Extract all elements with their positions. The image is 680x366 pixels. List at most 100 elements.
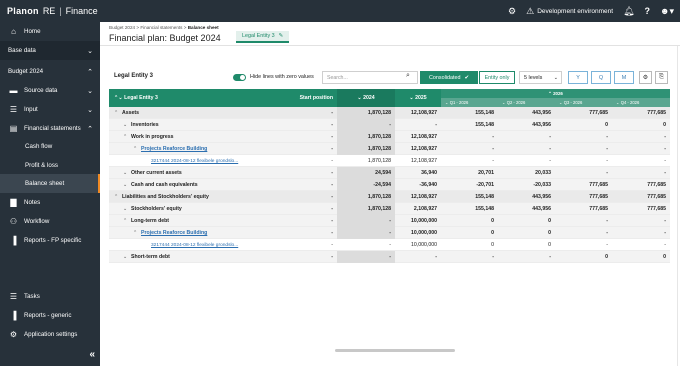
- cell-y2025: 10,000,000: [395, 227, 441, 239]
- row-link[interactable]: Projects Reaforce Building: [141, 146, 207, 152]
- edit-pencil-icon[interactable]: ✎: [279, 33, 284, 39]
- chevron-down-icon[interactable]: ⌄: [123, 206, 131, 212]
- app-logo: Planon: [7, 6, 39, 16]
- table-row[interactable]: ⌃ Projects Reaforce Building - -10,000,000 0…: [109, 227, 670, 239]
- table-row[interactable]: ⌃ Projects Reaforce Building -1,870,128 12,…: [109, 143, 670, 155]
- sidebar-item-input[interactable]: ☰ Input ⌄: [0, 100, 100, 119]
- grid-header: ⌃⌄ Legal Entity 3 Start position ⌄ 2024 …: [109, 89, 670, 107]
- cell-q4: -: [612, 167, 670, 179]
- table-row[interactable]: ⌄ Cash and cash equivalents - -24,594 -36,94…: [109, 179, 670, 191]
- table-row[interactable]: ⌄ Inventories - - -155,148 443,956 0 0: [109, 119, 670, 131]
- sidebar-item-balance-sheet[interactable]: Balance sheet: [0, 174, 100, 193]
- cell-start: -: [279, 227, 337, 239]
- sidebar-item-profit-loss[interactable]: Profit & loss: [0, 156, 100, 175]
- breadcrumb-budget[interactable]: Budget 2024: [109, 25, 135, 30]
- row-link[interactable]: Projects Reaforce Building: [141, 230, 207, 236]
- grid-settings-gear-icon[interactable]: ⚙: [639, 71, 652, 84]
- chevron-up-icon[interactable]: ⌃: [114, 110, 122, 116]
- header-divider: [100, 45, 680, 46]
- row-link[interactable]: 3217444 2024-08-12 flexibele grondslo...: [151, 243, 238, 248]
- tab-legal-entity[interactable]: Legal Entity 3 ✎: [236, 31, 290, 43]
- sidebar-item-label: Home: [24, 28, 41, 35]
- table-row[interactable]: ⌄ Short-term debt - - - - -0 0: [109, 251, 670, 263]
- row-label-cell: ⌄ Other current assets: [123, 167, 274, 179]
- cell-q3: 777,685: [555, 191, 612, 203]
- entity-only-button[interactable]: Entity only: [479, 71, 515, 84]
- header-q3-2026[interactable]: ⌄ Q3 - 2026: [555, 98, 612, 107]
- row-label-cell: ⌃ Liabilities and Stockholders' equity: [114, 191, 274, 203]
- cell-value: 1,870,128: [367, 158, 391, 164]
- horizontal-scrollbar[interactable]: [335, 349, 455, 352]
- sidebar-item-budget-2024[interactable]: Budget 2024 ⌃: [0, 62, 100, 81]
- collapse-sidebar-icon[interactable]: «: [89, 349, 95, 360]
- header-q2-2026[interactable]: ⌄ Q2 - 2026: [498, 98, 555, 107]
- row-link[interactable]: 3217444 2024-08-12 flexibele grondslo...: [151, 159, 238, 164]
- sidebar-item-reports-generic[interactable]: ▐ Reports - generic: [0, 306, 100, 325]
- table-row[interactable]: ⌄ Stockholders' equity -1,870,128 2,108,927…: [109, 203, 670, 215]
- cell-value: -: [664, 170, 666, 176]
- cell-q3: -: [555, 227, 612, 239]
- consolidated-button[interactable]: Consolidated ✔: [420, 71, 478, 84]
- period-year-button[interactable]: Y: [568, 71, 588, 84]
- user-menu-icon[interactable]: ☻▾: [660, 6, 674, 17]
- hide-zero-toggle[interactable]: [233, 74, 246, 81]
- sidebar-item-notes[interactable]: ▇ Notes: [0, 193, 100, 212]
- cell-q1: -20,701: [441, 179, 498, 191]
- chevron-down-icon[interactable]: ⌄: [123, 122, 131, 128]
- cell-value: 777,685: [589, 194, 608, 200]
- chevron-up-icon[interactable]: ⌃: [114, 194, 122, 200]
- period-quarter-button[interactable]: Q: [591, 71, 611, 84]
- sidebar-item-source-data[interactable]: ▬ Source data ⌄: [0, 81, 100, 100]
- chevron-down-icon[interactable]: ⌄: [123, 170, 131, 176]
- chevron-down-icon[interactable]: ⌄: [123, 182, 131, 188]
- search-icon[interactable]: ⌕: [406, 72, 410, 80]
- cell-value: 20,033: [535, 170, 551, 176]
- database-icon: ☰: [9, 105, 18, 114]
- settings-gear-icon[interactable]: ⚙: [508, 6, 516, 17]
- search-input[interactable]: Search...: [322, 71, 418, 84]
- sidebar-item-tasks[interactable]: ☰ Tasks: [0, 287, 100, 306]
- header-2026[interactable]: ⌃ 2026: [441, 89, 670, 98]
- levels-select[interactable]: 5 levels ⌄: [519, 71, 562, 84]
- header-2025[interactable]: ⌄ 2025: [395, 89, 441, 107]
- header-entity[interactable]: ⌃⌄ Legal Entity 3: [114, 89, 158, 107]
- cell-value: 777,685: [589, 110, 608, 116]
- help-icon[interactable]: ?: [645, 6, 651, 16]
- cell-y2025: 2,108,927: [395, 203, 441, 215]
- chevron-up-icon[interactable]: ⌃: [123, 134, 131, 140]
- header-q4-2026[interactable]: ⌄ Q4 - 2026: [612, 98, 670, 107]
- sidebar-item-workflow[interactable]: ⚇ Workflow: [0, 212, 100, 231]
- header-q1-2026[interactable]: ⌄ Q1 - 2026: [441, 98, 498, 107]
- cell-q2: 0: [498, 239, 555, 251]
- table-row[interactable]: ⌃ Assets -1,870,128 12,108,927 155,148 443,95…: [109, 107, 670, 119]
- sidebar-item-financial-statements[interactable]: ▤ Financial statements ⌃: [0, 119, 100, 138]
- cell-value: 777,685: [589, 206, 608, 212]
- export-icon[interactable]: ⎘: [655, 71, 668, 84]
- breadcrumb-financial-statements[interactable]: Financial statements: [140, 25, 182, 30]
- chevron-up-icon[interactable]: ⌃: [133, 146, 141, 152]
- chevron-down-icon[interactable]: ⌄: [123, 254, 131, 260]
- cell-start: -: [279, 191, 337, 203]
- report-icon: ▐: [10, 311, 17, 320]
- table-row[interactable]: 3217444 2024-08-12 flexibele grondslo...…: [109, 155, 670, 167]
- sidebar-item-home[interactable]: ⌂ Home: [0, 22, 100, 41]
- period-month-button[interactable]: M: [614, 71, 634, 84]
- table-row[interactable]: ⌄ Other current assets -24,594 36,940 20,701…: [109, 167, 670, 179]
- table-row[interactable]: ⌃ Liabilities and Stockholders' equity -1,…: [109, 191, 670, 203]
- table-row[interactable]: 3217444 2024-08-12 flexibele grondslo...…: [109, 239, 670, 251]
- cell-y2025: 12,108,927: [395, 191, 441, 203]
- header-2024[interactable]: ⌄ 2024: [337, 89, 395, 107]
- statements-icon: ▤: [9, 124, 18, 133]
- table-row[interactable]: ⌃ Work in progress -1,870,128 12,108,927- - -…: [109, 131, 670, 143]
- sidebar-item-base-data[interactable]: Base data ⌄: [0, 41, 100, 60]
- cell-start: -: [279, 131, 337, 143]
- sidebar-item-reports-fp[interactable]: ▐ Reports - FP specific: [0, 231, 100, 250]
- sidebar-item-cash-flow[interactable]: Cash flow: [0, 137, 100, 156]
- chevron-up-icon[interactable]: ⌃: [133, 230, 141, 236]
- collapse-all-icon[interactable]: ⌃⌄: [114, 95, 124, 101]
- notifications-bell-icon[interactable]: 🔔︎: [623, 6, 634, 17]
- sidebar-item-application-settings[interactable]: ⚙ Application settings: [0, 325, 100, 344]
- row-label: Stockholders' equity: [131, 206, 182, 212]
- table-row[interactable]: ⌃ Long-term debt - -10,000,000 0 0- -: [109, 215, 670, 227]
- chevron-up-icon[interactable]: ⌃: [123, 218, 131, 224]
